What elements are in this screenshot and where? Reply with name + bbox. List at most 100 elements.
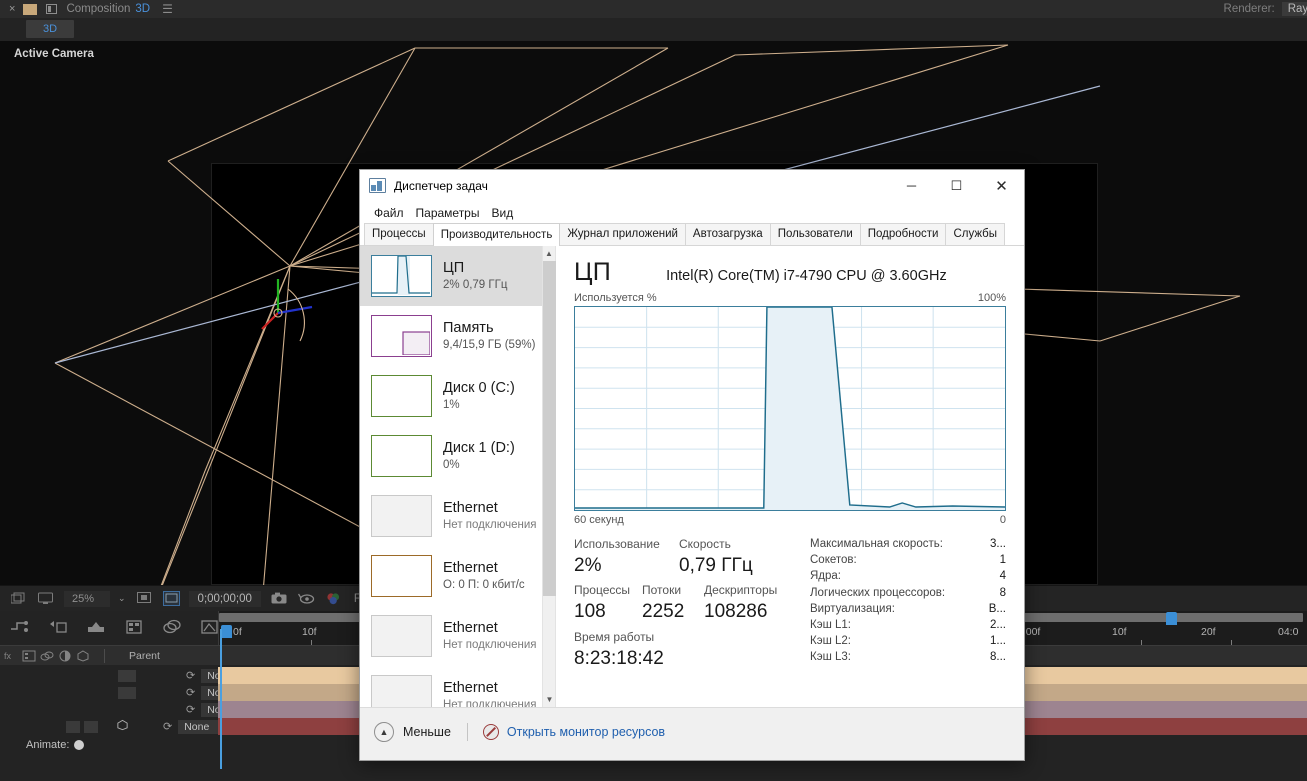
performance-body: ЦП 2% 0,79 ГГц Память 9,4/15,9 ГБ (59%) [360,246,1024,707]
adjustment-icon[interactable] [58,649,72,662]
composition-tab-label[interactable]: Composition [66,3,130,15]
scrollbar-thumb[interactable] [543,261,556,596]
channels-icon[interactable] [325,591,342,606]
task-manager-window[interactable]: Диспетчер задач ─ ☐ ✕ Файл Параметры Вид… [359,169,1025,761]
region-of-interest-icon[interactable] [162,591,180,606]
tab-users[interactable]: Пользователи [769,223,861,245]
panel-menu-icon[interactable]: ☰ [162,2,173,16]
sidebar-item-ethernet-4[interactable]: Ethernet Нет подключения [360,666,542,707]
zoom-level-select[interactable]: 25% [64,590,110,607]
sidebar-item-label: Ethernet [443,679,498,696]
tab-processes[interactable]: Процессы [364,223,434,245]
sidebar-item-sub: Нет подключения [443,638,537,651]
graph-editor-icon[interactable] [9,619,31,637]
tab-app-history[interactable]: Журнал приложений [559,223,686,245]
sidebar-item-label: Диск 0 (C:) [443,379,515,396]
parent-pickwhip-icon[interactable]: ⟳ [186,669,195,682]
chevron-down-icon[interactable]: ⌄ [118,593,126,604]
maximize-button[interactable]: ☐ [934,170,979,201]
frame-blend-icon[interactable] [22,649,36,662]
tab-startup[interactable]: Автозагрузка [684,223,771,245]
parent-pickwhip-icon[interactable]: ⟳ [186,686,195,699]
sidebar-scrollbar[interactable]: ▲ ▼ [542,246,556,707]
transparency-grid-icon[interactable] [136,591,153,606]
motion-blur-icon[interactable] [47,619,69,637]
show-snapshot-icon[interactable] [297,591,315,606]
sidebar-item-disk1[interactable]: Диск 1 (D:) 0% [360,426,542,486]
scroll-up-icon[interactable]: ▲ [543,246,555,261]
tab-performance[interactable]: Производительность [432,223,561,246]
menu-options[interactable]: Параметры [416,206,480,220]
menu-bar: Файл Параметры Вид [360,201,1024,224]
task-manager-icon [369,178,386,193]
cpu-usage-graph [574,306,1006,511]
sidebar-item-text: Ethernet Нет подключения [443,500,537,533]
fx-icon[interactable]: fx [4,649,18,662]
frame-blending-icon[interactable] [123,619,145,637]
sidebar-item-text: Ethernet Нет подключения [443,680,537,708]
sidebar-item-cpu[interactable]: ЦП 2% 0,79 ГГц [360,246,542,306]
sidebar-item-ethernet-2[interactable]: Ethernet О: 0 П: 0 кбит/с [360,546,542,606]
tab-services[interactable]: Службы [945,223,1006,245]
chevron-up-icon[interactable]: ▲ [374,721,394,742]
menu-view[interactable]: Вид [491,206,513,220]
spec-key: Ядра: [810,570,842,583]
ethernet1-thumbnail-graph [371,495,432,537]
shy-icon[interactable] [85,619,107,637]
memory-thumbnail-graph [371,315,432,357]
sidebar-item-label: Ethernet [443,559,498,576]
uptime-value: 8:23:18:42 [574,648,664,669]
parent-pickwhip-icon[interactable]: ⟳ [186,703,195,716]
title-bar[interactable]: Диспетчер задач ─ ☐ ✕ [360,170,1024,201]
layer-color-swatch [66,720,80,733]
sidebar-item-text: Диск 1 (D:) 0% [443,440,515,473]
sidebar-item-sub: Нет подключения [443,518,537,531]
animate-play-icon[interactable] [74,739,85,750]
composition-3d-label: 3D [135,3,151,15]
spec-key: Максимальная скорость: [810,538,943,550]
close-button[interactable]: ✕ [979,170,1024,201]
toggle-3d-button[interactable]: 3D [26,20,75,38]
parent-pickwhip-icon[interactable]: ⟳ [163,720,172,733]
cpu-detail-panel: ЦП Intel(R) Core(TM) i7-4790 CPU @ 3.60G… [556,246,1024,707]
spec-row: Кэш L1: 2... [810,617,1006,633]
fewer-details-button[interactable]: Меньше [403,725,451,739]
renderer-value[interactable]: Ray-tr [1281,2,1307,16]
sidebar-item-ethernet-3[interactable]: Ethernet Нет подключения [360,606,542,666]
sidebar-item-disk0[interactable]: Диск 0 (C:) 1% [360,366,542,426]
column-divider [104,648,105,663]
spec-key: Логических процессоров: [810,586,946,599]
sidebar-item-ethernet-1[interactable]: Ethernet Нет подключения [360,486,542,546]
composition-color-swatch [23,3,38,15]
3d-layer-icon[interactable] [116,718,129,736]
layer-color-swatch [118,669,136,682]
utilization-value: 2% [574,555,602,576]
playhead-line[interactable] [220,629,222,769]
resource-sidebar[interactable]: ЦП 2% 0,79 ГГц Память 9,4/15,9 ГБ (59%) [360,246,556,707]
window-title: Диспетчер задач [394,178,488,193]
resource-monitor-icon [482,723,499,740]
tab-details[interactable]: Подробности [859,223,947,245]
scroll-down-icon[interactable]: ▼ [543,692,556,707]
motion-blur-icon[interactable] [40,649,54,662]
handles-value: 108286 [704,601,768,622]
snapshot-icon[interactable] [271,591,288,606]
ethernet3-thumbnail-graph [371,615,432,657]
svg-text:fx: fx [4,651,12,661]
monitor-icon[interactable] [37,591,54,606]
ethernet2-thumbnail-graph [371,555,432,597]
render-region-icon[interactable] [10,591,27,606]
current-timecode[interactable]: 0;00;00;00 [188,590,261,607]
renderer-control[interactable]: Renderer: Ray-tr [1224,2,1307,16]
ruler-tick: 04:0 [1278,626,1299,638]
close-tab-icon[interactable]: × [9,3,15,15]
composition-toolbar: 3D [0,18,1307,40]
3d-layer-icon[interactable] [76,649,90,662]
sidebar-item-memory[interactable]: Память 9,4/15,9 ГБ (59%) [360,306,542,366]
sidebar-item-label: Диск 1 (D:) [443,439,515,456]
menu-file[interactable]: Файл [374,206,404,220]
solo-icon[interactable] [161,619,183,637]
open-resource-monitor-link[interactable]: Открыть монитор ресурсов [507,725,665,739]
page-title: ЦП [574,258,612,286]
minimize-button[interactable]: ─ [889,170,934,201]
